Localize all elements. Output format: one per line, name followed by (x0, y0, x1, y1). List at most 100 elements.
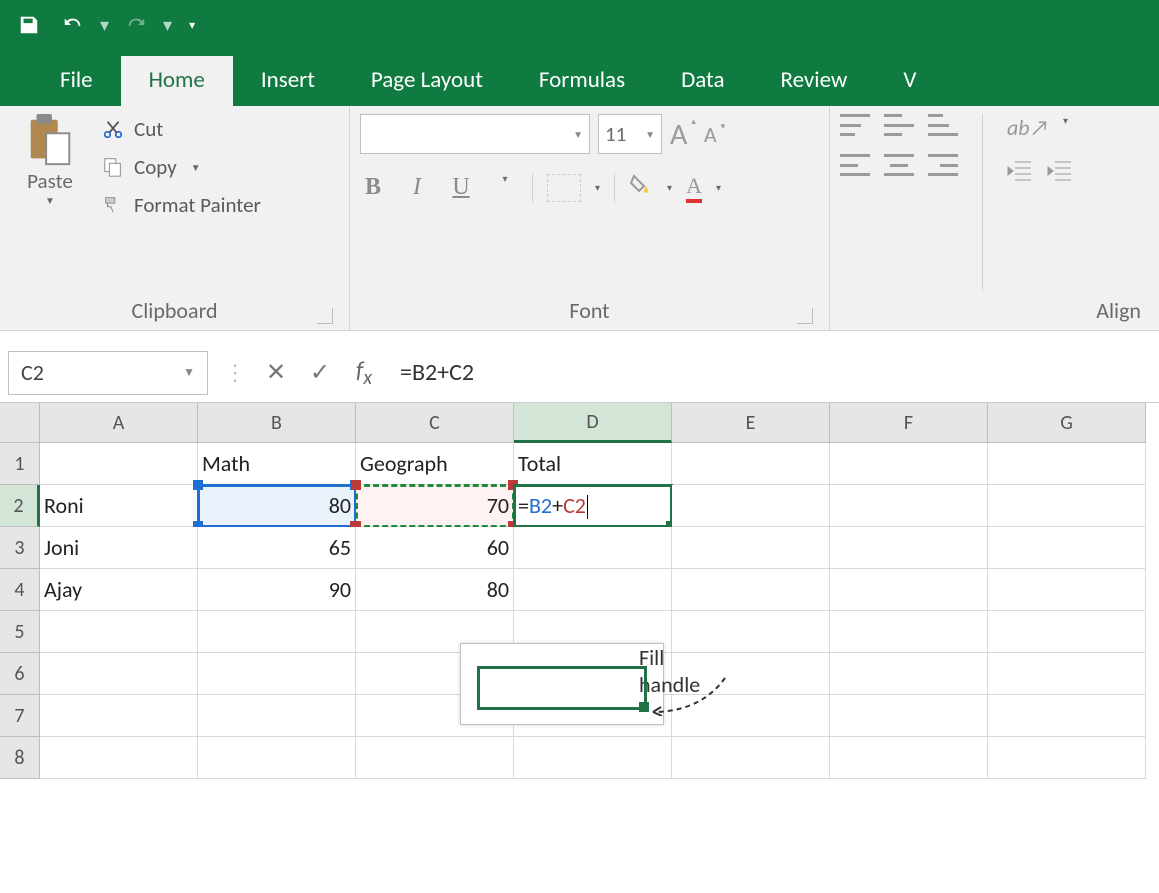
col-header-G[interactable]: G (988, 403, 1146, 443)
cell-G3[interactable] (988, 527, 1146, 569)
cell-E2[interactable] (672, 485, 830, 527)
fill-dropdown-icon[interactable]: ▾ (667, 181, 672, 194)
undo-dropdown-icon[interactable]: ▾ (100, 14, 109, 36)
cell-F7[interactable] (830, 695, 988, 737)
increase-indent-button[interactable] (1047, 159, 1073, 186)
cell-F6[interactable] (830, 653, 988, 695)
font-dialog-launcher[interactable] (797, 308, 813, 324)
cell-B3[interactable]: 65 (198, 527, 356, 569)
col-header-D[interactable]: D (514, 403, 672, 443)
cell-G4[interactable] (988, 569, 1146, 611)
font-color-button[interactable]: A (686, 173, 702, 203)
enter-formula-button[interactable]: ✓ (298, 358, 342, 387)
name-box-dropdown-icon[interactable]: ▼ (183, 365, 195, 380)
cell-F1[interactable] (830, 443, 988, 485)
copy-button[interactable]: Copy ▼ (96, 152, 265, 182)
orientation-dropdown-icon[interactable]: ▾ (1063, 114, 1068, 141)
save-button[interactable] (12, 8, 46, 42)
col-header-A[interactable]: A (40, 403, 198, 443)
col-header-C[interactable]: C (356, 403, 514, 443)
paste-button[interactable]: Paste ▼ (10, 114, 90, 291)
cell-A8[interactable] (40, 737, 198, 779)
cell-A4[interactable]: Ajay (40, 569, 198, 611)
tab-page-layout[interactable]: Page Layout (343, 56, 511, 106)
borders-button[interactable] (547, 174, 581, 202)
decrease-indent-button[interactable] (1007, 159, 1033, 186)
tab-home[interactable]: Home (121, 56, 233, 106)
col-header-E[interactable]: E (672, 403, 830, 443)
align-center-button[interactable] (884, 154, 914, 176)
cell-C2[interactable]: 70 (356, 485, 514, 527)
cell-F2[interactable] (830, 485, 988, 527)
cell-F5[interactable] (830, 611, 988, 653)
customize-qat-button[interactable]: ▾ (182, 8, 202, 42)
cell-C1[interactable]: Geograph (356, 443, 514, 485)
row-header-6[interactable]: 6 (0, 653, 40, 695)
copy-dropdown-icon[interactable]: ▼ (191, 161, 201, 174)
col-header-F[interactable]: F (830, 403, 988, 443)
align-top-button[interactable] (840, 114, 870, 136)
cell-E4[interactable] (672, 569, 830, 611)
cell-G1[interactable] (988, 443, 1146, 485)
row-header-8[interactable]: 8 (0, 737, 40, 779)
name-box[interactable]: C2 ▼ (8, 351, 208, 395)
tab-review[interactable]: Review (752, 56, 875, 106)
tab-view[interactable]: V (875, 56, 920, 106)
cell-D1[interactable]: Total (514, 443, 672, 485)
cell-B6[interactable] (198, 653, 356, 695)
format-painter-button[interactable]: Format Painter (96, 190, 265, 220)
cell-A3[interactable]: Joni (40, 527, 198, 569)
row-header-5[interactable]: 5 (0, 611, 40, 653)
cell-A1[interactable] (40, 443, 198, 485)
cell-F4[interactable] (830, 569, 988, 611)
cell-B1[interactable]: Math (198, 443, 356, 485)
font-size-input[interactable]: 11▼ (598, 114, 662, 154)
cell-C3[interactable]: 60 (356, 527, 514, 569)
cell-A5[interactable] (40, 611, 198, 653)
cell-F8[interactable] (830, 737, 988, 779)
redo-dropdown-icon[interactable]: ▾ (163, 14, 172, 36)
redo-button[interactable] (119, 8, 153, 42)
orientation-button[interactable]: ab↗ (1007, 114, 1049, 141)
cell-B5[interactable] (198, 611, 356, 653)
underline-dropdown-icon[interactable]: ▾ (492, 174, 518, 201)
cell-A2[interactable]: Roni (40, 485, 198, 527)
formula-bar-input[interactable]: =B2+C2 (386, 358, 1159, 387)
italic-button[interactable]: I (404, 174, 430, 201)
cut-button[interactable]: Cut (96, 114, 265, 144)
cell-G8[interactable] (988, 737, 1146, 779)
cell-G5[interactable] (988, 611, 1146, 653)
cell-A7[interactable] (40, 695, 198, 737)
cell-G6[interactable] (988, 653, 1146, 695)
tab-formulas[interactable]: Formulas (511, 56, 653, 106)
row-header-2[interactable]: 2 (0, 485, 40, 527)
chevron-down-icon[interactable]: ▼ (573, 128, 583, 141)
cell-D2[interactable]: =B2+C2 (514, 485, 672, 527)
align-middle-button[interactable] (884, 114, 914, 136)
tab-data[interactable]: Data (653, 56, 752, 106)
paste-dropdown-icon[interactable]: ▼ (45, 194, 55, 207)
row-header-7[interactable]: 7 (0, 695, 40, 737)
clipboard-dialog-launcher[interactable] (317, 308, 333, 324)
select-all-corner[interactable] (0, 403, 40, 443)
borders-dropdown-icon[interactable]: ▾ (595, 181, 600, 194)
tab-insert[interactable]: Insert (233, 56, 343, 106)
cell-G2[interactable] (988, 485, 1146, 527)
underline-button[interactable]: U (448, 174, 474, 201)
cell-C8[interactable] (356, 737, 514, 779)
font-color-dropdown-icon[interactable]: ▾ (716, 181, 721, 194)
row-header-1[interactable]: 1 (0, 443, 40, 485)
align-bottom-button[interactable] (928, 114, 958, 136)
row-header-4[interactable]: 4 (0, 569, 40, 611)
row-header-3[interactable]: 3 (0, 527, 40, 569)
cell-E8[interactable] (672, 737, 830, 779)
cell-D8[interactable] (514, 737, 672, 779)
undo-button[interactable] (56, 8, 90, 42)
increase-font-button[interactable]: A▴ (670, 116, 696, 153)
cell-E1[interactable] (672, 443, 830, 485)
cell-E3[interactable] (672, 527, 830, 569)
cell-A6[interactable] (40, 653, 198, 695)
tab-file[interactable]: File (32, 56, 121, 106)
cell-B7[interactable] (198, 695, 356, 737)
insert-function-button[interactable]: fx (342, 356, 386, 390)
